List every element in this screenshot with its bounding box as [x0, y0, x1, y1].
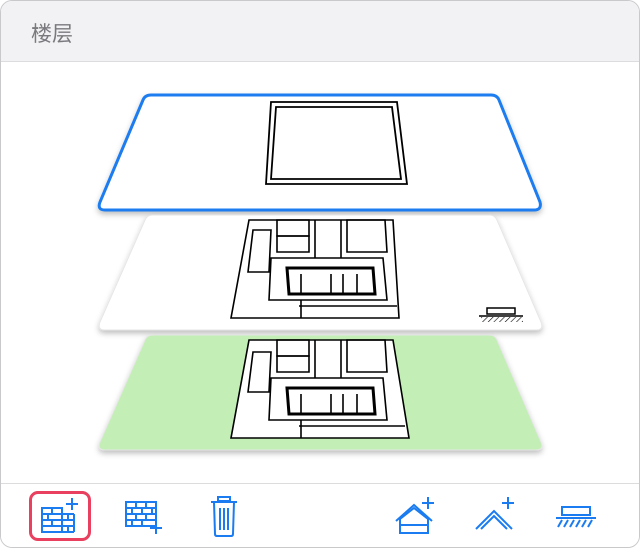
- roof-plus-icon: [475, 497, 514, 530]
- floors-panel: 楼层: [0, 0, 640, 548]
- floor-middle[interactable]: [98, 214, 543, 331]
- trash-icon: [211, 496, 237, 537]
- ground-hatch-icon: [556, 506, 596, 528]
- add-floor-below-button[interactable]: [113, 491, 175, 541]
- bottom-toolbar: [1, 483, 639, 547]
- floors-stage: [1, 62, 639, 483]
- floor-ground[interactable]: [98, 334, 543, 451]
- delete-floor-button[interactable]: [193, 491, 255, 541]
- floor-top[interactable]: [97, 93, 542, 212]
- panel-header: 楼层: [1, 1, 639, 62]
- add-roof-outline-button[interactable]: [465, 491, 527, 541]
- floor-ground-plan: [230, 339, 410, 439]
- brick-wall-plus-below-icon: [125, 501, 162, 534]
- ground-button[interactable]: [545, 491, 607, 541]
- panel-title: 楼层: [31, 22, 73, 46]
- add-roof-button[interactable]: [385, 491, 447, 541]
- brick-wall-plus-icon: [41, 498, 78, 533]
- house-plus-icon: [395, 497, 434, 534]
- floors-illustration: [97, 93, 543, 451]
- add-floor-button[interactable]: [29, 491, 91, 541]
